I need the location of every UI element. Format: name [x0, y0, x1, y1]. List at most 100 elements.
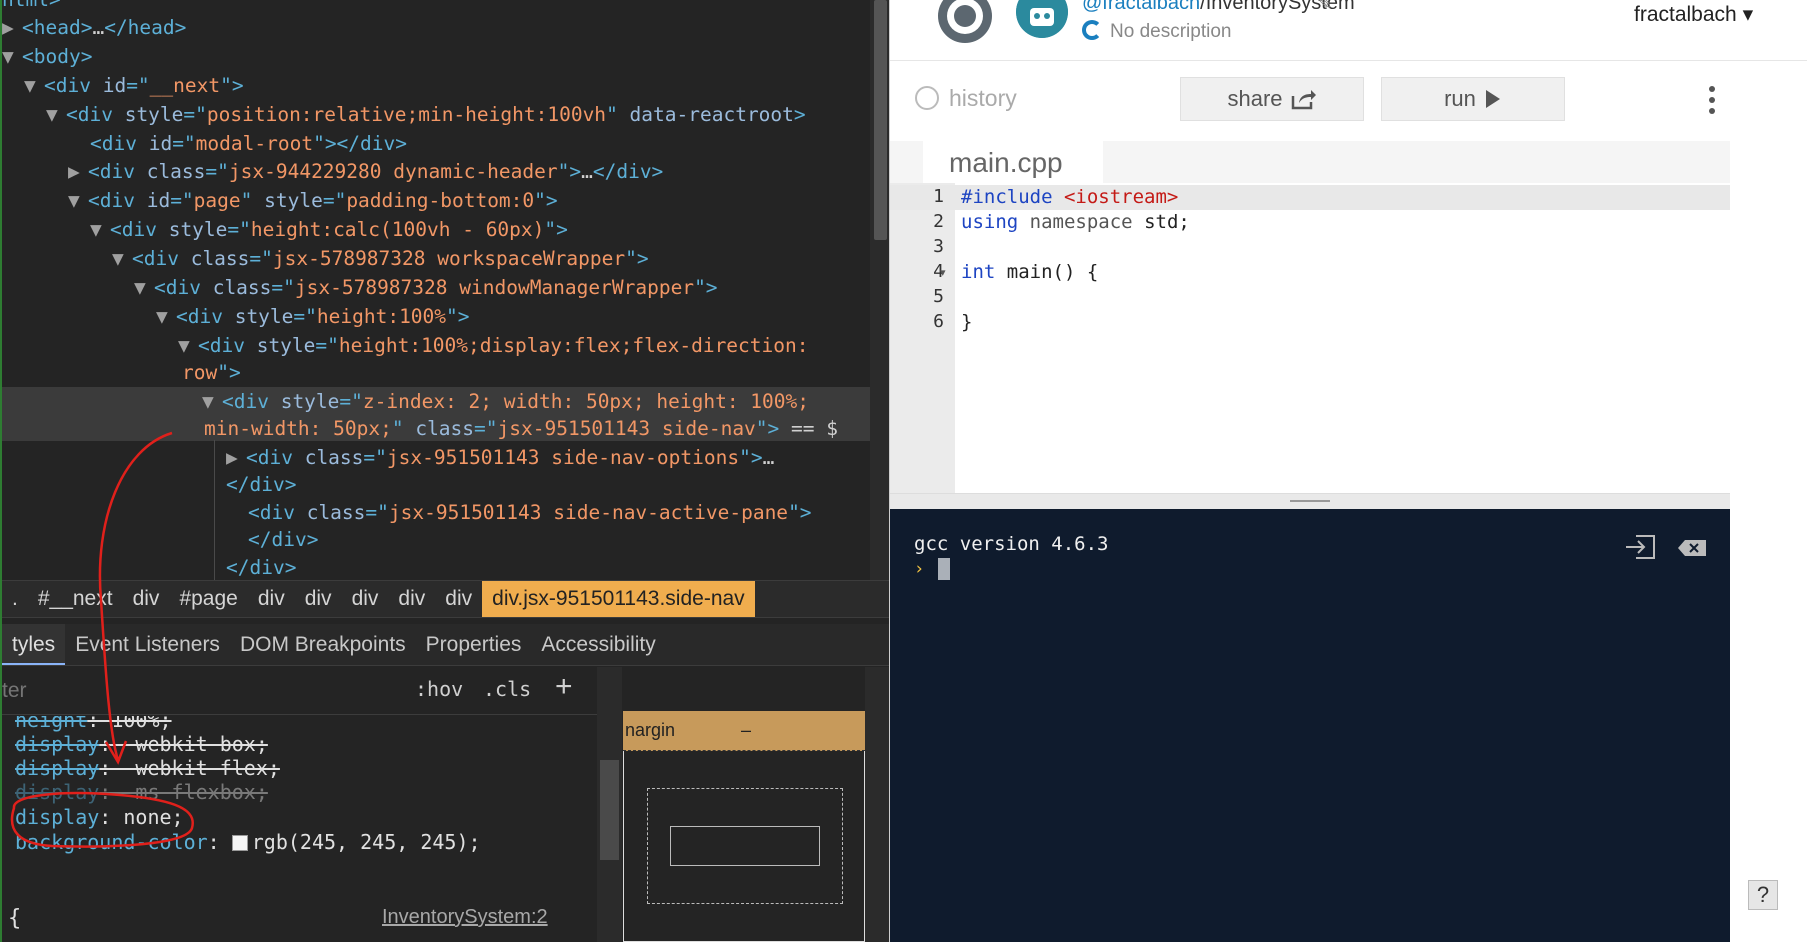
repl-name[interactable]: InventorySystem	[1206, 0, 1355, 14]
breadcrumb-item[interactable]: div	[123, 587, 170, 611]
dom-node-next[interactable]: ▼ <div id="__next">	[24, 74, 244, 97]
dom-node-head[interactable]: ▶ <head>…</head>	[2, 16, 186, 39]
code-text: std;	[1144, 211, 1190, 233]
tab-styles[interactable]: tyles	[2, 624, 66, 665]
tab-dom-breakpoints[interactable]: DOM Breakpoints	[230, 624, 416, 665]
dom-tree[interactable]: html> ▶<head>…</head> ▼<body> ▼<div id="…	[2, 0, 889, 580]
dom-node-side-nav[interactable]: ▼ <div style="z-index: 2; width: 50px; he…	[202, 390, 809, 413]
dom-node-workspace-wrapper[interactable]: ▼ <div class="jsx-578987328 workspaceWrap…	[112, 247, 649, 270]
style-declaration[interactable]: display: -webkit-flex;	[15, 756, 280, 780]
dom-node-side-nav-active-pane[interactable]: <div class="jsx-951501143 side-nav-activ…	[248, 501, 812, 524]
tab-accessibility[interactable]: Accessibility	[531, 624, 665, 665]
box-model-scrollbar[interactable]	[865, 667, 889, 942]
more-options-icon[interactable]	[1708, 85, 1716, 115]
collapse-arrow-icon[interactable]: ▼	[156, 305, 176, 328]
rule-source-link[interactable]: InventorySystem:2	[382, 906, 548, 929]
dom-close-tag[interactable]: </div>	[226, 473, 296, 496]
tab-main-cpp[interactable]: main.cpp	[923, 141, 1103, 183]
code-line[interactable]: #include <iostream>	[961, 186, 1178, 208]
breadcrumb-item[interactable]: div	[342, 587, 389, 611]
repl-owner-link[interactable]: @fractalbach	[1082, 0, 1200, 14]
collapse-arrow-icon[interactable]: ▼	[202, 390, 222, 413]
dom-close-tag[interactable]: </div>	[226, 556, 296, 579]
fold-arrow-icon[interactable]: ▾	[940, 266, 946, 279]
styles-filter-input[interactable]	[2, 677, 362, 705]
expand-arrow-icon[interactable]: ▶	[226, 446, 246, 469]
breadcrumb-item[interactable]: div	[388, 587, 435, 611]
css-value: : -webkit-box;	[99, 732, 268, 756]
breadcrumb-item[interactable]: div	[295, 587, 342, 611]
collapse-arrow-icon[interactable]: ▼	[90, 218, 110, 241]
breadcrumb-item[interactable]: #__next	[28, 587, 123, 611]
new-rule-button[interactable]: +	[555, 670, 573, 704]
style-declaration[interactable]: background-color: rgb(245, 245, 245);	[15, 830, 481, 854]
style-declaration-display-none[interactable]: display: none;	[15, 805, 184, 829]
dom-node-modal-root[interactable]: <div id="modal-root"></div>	[90, 132, 407, 155]
tag-text: ="	[293, 305, 317, 328]
help-button[interactable]: ?	[1748, 880, 1778, 910]
dom-node-window-manager[interactable]: ▼ <div class="jsx-578987328 windowManager…	[134, 276, 718, 299]
breadcrumb-item[interactable]: div	[248, 587, 295, 611]
style-declaration[interactable]: display: -ms-flexbox;	[15, 780, 268, 804]
console-panel[interactable]: gcc version 4.6.3 ›	[890, 509, 1730, 942]
breadcrumb-item[interactable]: div	[435, 587, 482, 611]
dom-tree-scrollbar-thumb[interactable]	[874, 0, 887, 240]
tag-text: <div	[44, 74, 103, 97]
console-enter-icon[interactable]	[1624, 534, 1656, 560]
color-swatch[interactable]	[231, 835, 248, 851]
dom-node-flex-row-wrap[interactable]: row">	[182, 361, 241, 384]
dom-node-page[interactable]: ▼ <div id="page" style="padding-bottom:0"…	[68, 189, 558, 212]
style-declaration[interactable]: height: 100%;	[15, 716, 172, 732]
css-value: : -ms-flexbox;	[99, 780, 268, 804]
breadcrumb-item-active[interactable]: div.jsx-951501143.side-nav	[482, 581, 755, 617]
dom-node-side-nav-wrap[interactable]: min-width: 50px;" class="jsx-951501143 s…	[204, 417, 838, 440]
run-button[interactable]: run	[1381, 77, 1565, 121]
collapse-arrow-icon[interactable]: ▼	[2, 45, 22, 68]
pane-resize-divider[interactable]	[890, 493, 1730, 509]
expand-arrow-icon[interactable]: ▶	[68, 160, 88, 183]
user-menu[interactable]: fractalbach ▾	[1634, 2, 1753, 27]
dom-node-html[interactable]: html>	[2, 0, 61, 11]
code-line[interactable]: }	[961, 311, 972, 333]
collapse-arrow-icon[interactable]: ▼	[134, 276, 154, 299]
style-declaration[interactable]: display: -webkit-box;	[15, 732, 268, 756]
chevron-down-icon: ▾	[1742, 3, 1754, 26]
styles-scrollbar-thumb[interactable]	[600, 760, 619, 860]
edit-pencil-icon[interactable]: ✎	[1318, 0, 1332, 14]
tab-properties[interactable]: Properties	[416, 624, 532, 665]
dom-node-flex-row[interactable]: ▼ <div style="height:100%;display:flex;fl…	[178, 334, 809, 357]
css-property: background-color	[15, 830, 208, 854]
dom-node-root-div[interactable]: ▼ <div style="position:relative;min-heigh…	[46, 103, 806, 126]
dom-node-side-nav-options[interactable]: ▶ <div class="jsx-951501143 side-nav-opti…	[226, 446, 774, 469]
dom-node-calc-height[interactable]: ▼ <div style="height:calc(100vh - 60px)">	[90, 218, 568, 241]
repl-logo-icon[interactable]	[934, 0, 996, 44]
code-editor[interactable]: 1 2 3 4 ▾ 5 6 #include <iostream> using …	[890, 183, 1730, 493]
code-line[interactable]: using namespace std;	[961, 211, 1190, 233]
console-cursor[interactable]	[938, 558, 950, 580]
ellipsis-text: …	[92, 16, 105, 39]
tab-event-listeners[interactable]: Event Listeners	[65, 624, 230, 665]
console-clear-icon[interactable]	[1677, 539, 1707, 557]
collapse-arrow-icon[interactable]: ▼	[46, 103, 66, 126]
breadcrumb-item[interactable]: #page	[169, 587, 247, 611]
history-button[interactable]: history	[915, 85, 1017, 112]
expand-arrow-icon[interactable]: ▶	[2, 16, 22, 39]
dom-node-height-100[interactable]: ▼ <div style="height:100%">	[156, 305, 470, 328]
box-model-content[interactable]	[670, 826, 820, 866]
collapse-arrow-icon[interactable]: ▼	[24, 74, 44, 97]
collapse-arrow-icon[interactable]: ▼	[178, 334, 198, 357]
class-toggle-button[interactable]: .cls	[483, 677, 531, 701]
dom-close-tag[interactable]: </div>	[248, 528, 318, 551]
code-line[interactable]: int main() {	[961, 261, 1098, 283]
repl-description[interactable]: No description	[1082, 20, 1231, 43]
box-model-margin-value[interactable]: –	[741, 711, 751, 749]
dom-node-body[interactable]: ▼ <body>	[2, 45, 92, 68]
attr-name: class	[190, 247, 250, 270]
hover-state-button[interactable]: :hov	[415, 677, 463, 701]
dom-node-dynamic-header[interactable]: ▶ <div class="jsx-944229280 dynamic-heade…	[68, 160, 663, 183]
collapse-arrow-icon[interactable]: ▼	[112, 247, 132, 270]
breadcrumb-item[interactable]: .	[2, 587, 28, 611]
share-button[interactable]: share	[1180, 77, 1364, 121]
collapse-arrow-icon[interactable]: ▼	[68, 189, 88, 212]
divider-grip[interactable]	[1290, 500, 1330, 502]
